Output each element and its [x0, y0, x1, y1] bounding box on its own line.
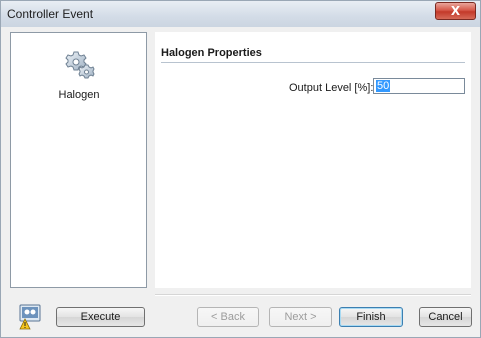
- list-item-halogen[interactable]: Halogen: [49, 47, 109, 107]
- finish-button[interactable]: Finish: [339, 307, 403, 327]
- finish-button-label: Finish: [356, 311, 386, 323]
- window-title: Controller Event: [7, 7, 94, 21]
- back-button[interactable]: < Back: [197, 307, 259, 327]
- section-divider: [161, 62, 465, 63]
- output-level-input[interactable]: 50: [373, 78, 465, 94]
- list-item-label: Halogen: [58, 89, 100, 101]
- close-icon: X: [450, 4, 461, 18]
- gear-icon: [65, 51, 95, 79]
- cancel-button[interactable]: Cancel: [419, 307, 472, 327]
- device-warning-icon: [19, 304, 41, 330]
- section-title: Halogen Properties: [161, 47, 262, 59]
- execute-button[interactable]: Execute: [56, 307, 145, 327]
- title-bar: Controller Event X: [1, 1, 480, 27]
- controller-event-dialog: Controller Event X Halogen Halogen Prope…: [0, 0, 481, 338]
- next-button[interactable]: Next >: [269, 307, 332, 327]
- dialog-client-area: Halogen Halogen Properties Output Level …: [7, 27, 474, 332]
- output-level-label: Output Level [%]:: [289, 82, 374, 94]
- close-button[interactable]: X: [435, 2, 476, 20]
- item-list-panel: Halogen: [10, 32, 147, 288]
- back-button-label: < Back: [211, 311, 245, 323]
- next-button-label: Next >: [284, 311, 317, 323]
- cancel-button-label: Cancel: [428, 311, 463, 323]
- footer-separator: [155, 294, 471, 296]
- output-level-value: 50: [376, 80, 391, 92]
- properties-panel: Halogen Properties Output Level [%]: 50: [155, 32, 471, 288]
- execute-button-label: Execute: [80, 311, 121, 323]
